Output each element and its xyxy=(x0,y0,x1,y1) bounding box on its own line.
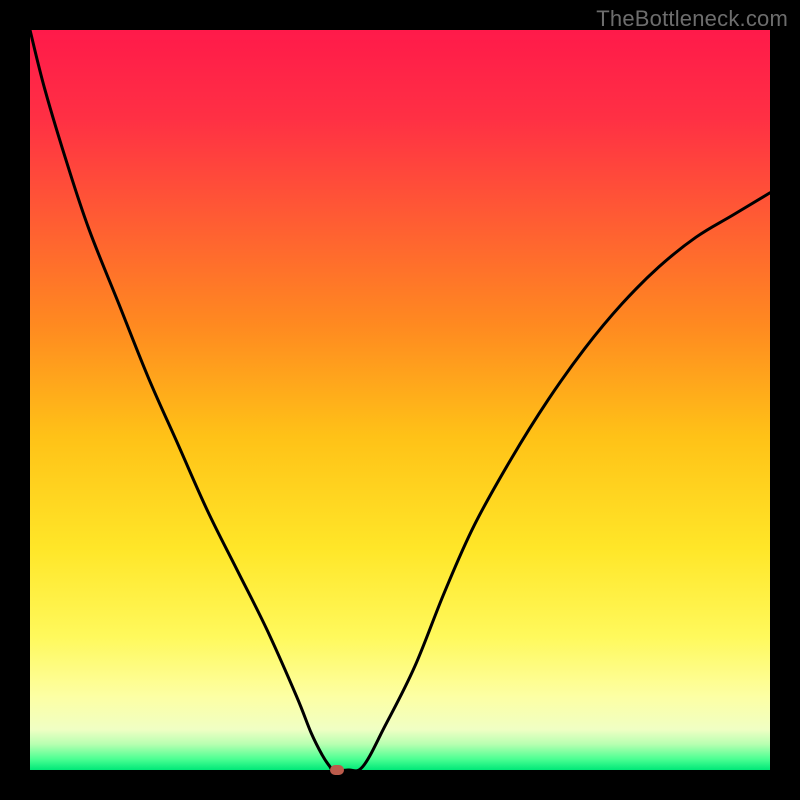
optimum-marker xyxy=(330,765,344,775)
chart-svg xyxy=(30,30,770,770)
chart-frame xyxy=(30,30,770,770)
gradient-background xyxy=(30,30,770,770)
watermark-text: TheBottleneck.com xyxy=(596,6,788,32)
